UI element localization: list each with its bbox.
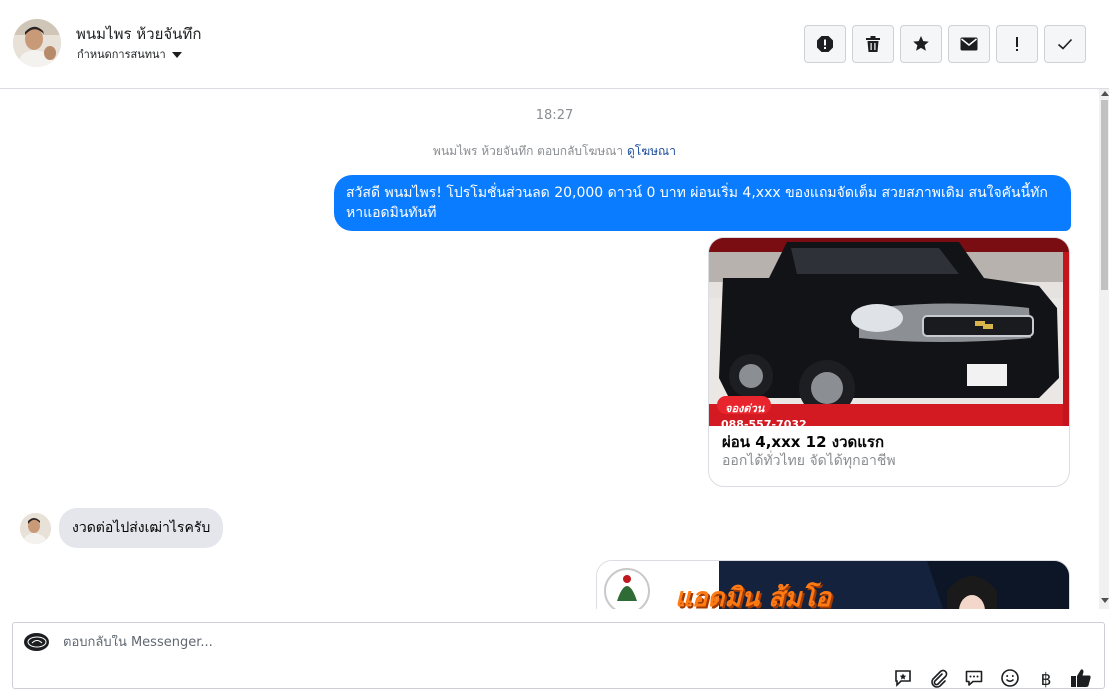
ad-badge: จองด่วน bbox=[725, 402, 765, 415]
ad-reply-text: พนมไพร ห้วยจันทึก ตอบกลับโฆษณา bbox=[433, 144, 624, 158]
payment-button[interactable]: ฿ bbox=[1035, 669, 1057, 691]
scrollbar-thumb[interactable] bbox=[1101, 100, 1108, 290]
chat-template-button[interactable] bbox=[963, 669, 985, 691]
like-button[interactable] bbox=[1070, 669, 1092, 691]
paperclip-icon bbox=[928, 668, 948, 692]
admin-banner-image: แอดมิน ส้มโอ bbox=[596, 560, 1070, 609]
reply-input[interactable] bbox=[63, 635, 763, 650]
baht-icon: ฿ bbox=[1040, 670, 1052, 690]
outgoing-message: สวัสดี พนมไพร! โปรโมชั่นส่วนลด 20,000 ดา… bbox=[334, 175, 1071, 231]
truck-ad-image: จองด่วน 088-557-7032 bbox=[709, 238, 1069, 426]
mark-done-button[interactable] bbox=[1044, 25, 1086, 63]
attach-file-button[interactable] bbox=[927, 669, 949, 691]
mark-spam-button[interactable] bbox=[804, 25, 846, 63]
smiley-icon bbox=[1000, 668, 1020, 692]
saved-replies-button[interactable] bbox=[892, 669, 914, 691]
scroll-down-arrow[interactable] bbox=[1101, 598, 1109, 603]
saved-reply-icon bbox=[893, 668, 913, 692]
sender-avatar[interactable] bbox=[20, 513, 51, 544]
exclamation-icon bbox=[1014, 36, 1020, 52]
mark-unread-button[interactable] bbox=[948, 25, 990, 63]
caret-down-icon bbox=[171, 52, 182, 58]
spam-icon bbox=[816, 35, 834, 53]
trash-icon bbox=[865, 35, 881, 53]
emoji-button[interactable] bbox=[999, 669, 1021, 691]
contact-name[interactable]: พนมไพร ห้วยจันทึก bbox=[76, 22, 201, 46]
ad-reply-notice: พนมไพร ห้วยจันทึก ตอบกลับโฆษณา ดูโฆษณา bbox=[0, 142, 1099, 161]
ad-phone: 088-557-7032 bbox=[721, 418, 807, 426]
ad-preview-card[interactable]: จองด่วน 088-557-7032 ผ่อน 4,xxx 12 งวดแร… bbox=[708, 237, 1070, 487]
thumbs-up-icon bbox=[1070, 668, 1092, 692]
checkmark-icon bbox=[1057, 38, 1073, 50]
conversation-status-dropdown[interactable]: กำหนดการสนทนา bbox=[77, 45, 182, 63]
reply-composer: ฿ bbox=[12, 622, 1105, 691]
star-icon bbox=[912, 35, 930, 53]
page-avatar bbox=[24, 633, 49, 651]
envelope-icon bbox=[960, 37, 978, 51]
chat-bubble-icon bbox=[964, 668, 984, 692]
delete-button[interactable] bbox=[852, 25, 894, 63]
banner-title: แอดมิน ส้มโอ bbox=[675, 583, 831, 609]
star-button[interactable] bbox=[900, 25, 942, 63]
message-thread[interactable]: 18:27 พนมไพร ห้วยจันทึก ตอบกลับโฆษณา ดูโ… bbox=[0, 89, 1099, 609]
ad-subtitle: ออกได้ทั่วไทย จัดได้ทุกอาชีพ bbox=[722, 453, 896, 469]
scroll-up-arrow[interactable] bbox=[1101, 91, 1109, 96]
conversation-header: พนมไพร ห้วยจันทึก กำหนดการสนทนา bbox=[0, 0, 1109, 89]
conversation-status-label: กำหนดการสนทนา bbox=[77, 48, 166, 61]
message-timestamp: 18:27 bbox=[535, 108, 574, 123]
incoming-message: งวดต่อไปส่งเฒ่าไรครับ bbox=[59, 508, 224, 548]
contact-avatar[interactable] bbox=[13, 19, 61, 67]
view-ad-link[interactable]: ดูโฆษณา bbox=[627, 144, 676, 158]
follow-up-button[interactable] bbox=[996, 25, 1038, 63]
